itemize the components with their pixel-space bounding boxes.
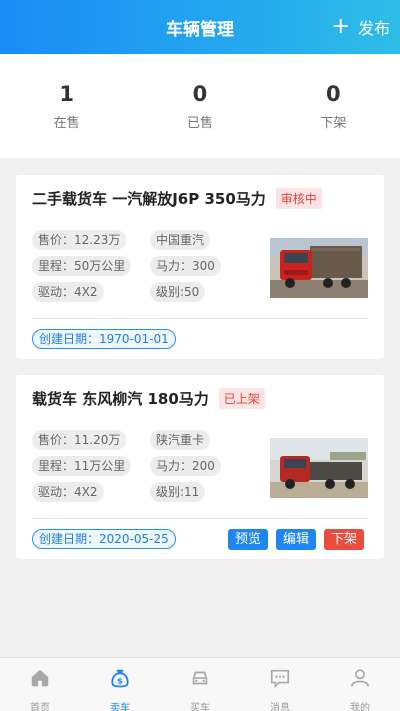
sell-car-icon: $ [109, 667, 131, 693]
remove-listing-button[interactable]: 下架 [323, 529, 364, 550]
tab-label: 买车 [190, 703, 210, 711]
vehicle-card[interactable]: 二手载货车 一汽解放J6P 350马力 审核中 售价：12.23万 中国重汽 里… [16, 175, 384, 359]
tab-profile[interactable]: 我的 [320, 658, 400, 711]
card-divider [32, 518, 368, 519]
stat-count: 0 [192, 82, 208, 106]
price-chip: 售价：11.20万 [32, 430, 127, 450]
tab-label: 消息 [270, 703, 290, 711]
bottom-tab-bar: 首页 $ 卖车 买车 消息 我的 [0, 657, 400, 711]
mileage-chip: 里程：50万公里 [32, 256, 132, 276]
horsepower-chip: 马力：300 [150, 256, 221, 276]
plus-icon: + [331, 14, 350, 39]
stat-label: 已售 [186, 116, 213, 131]
vehicle-card[interactable]: 载货车 东风柳汽 180马力 已上架 售价：11.20万 陕汽重卡 里程：11万… [16, 375, 384, 559]
tab-label: 首页 [30, 703, 50, 711]
tab-label: 卖车 [110, 703, 130, 711]
grade-chip: 级别:11 [150, 482, 206, 502]
status-badge: 已上架 [218, 388, 265, 409]
card-actions: 预览 编辑 下架 [227, 529, 364, 550]
stat-count: 1 [59, 82, 74, 106]
brand-chip: 陕汽重卡 [150, 430, 211, 450]
home-icon [29, 667, 51, 693]
grade-chip: 级别:50 [150, 282, 206, 302]
created-date: 创建日期：2020-05-25 [32, 529, 176, 549]
tab-buy-car[interactable]: 买车 [160, 658, 240, 711]
publish-button[interactable]: + 发布 [332, 0, 390, 54]
publish-label: 发布 [357, 19, 390, 38]
svg-text:$: $ [117, 676, 123, 686]
buy-car-icon [189, 667, 211, 693]
created-date: 创建日期：1970-01-01 [32, 329, 176, 349]
vehicle-photo[interactable] [270, 438, 368, 498]
stat-label: 在售 [53, 116, 80, 131]
brand-chip: 中国重汽 [150, 230, 211, 250]
stat-removed[interactable]: 0 下架 [267, 54, 400, 158]
tab-sell-car[interactable]: $ 卖车 [80, 658, 160, 711]
nav-header: 车辆管理 + 发布 [0, 0, 400, 54]
stat-count: 0 [326, 82, 341, 106]
page-title: 车辆管理 [166, 19, 234, 40]
stat-sold[interactable]: 0 已售 [133, 54, 266, 158]
drive-chip: 驱动：4X2 [32, 482, 104, 502]
stat-on-sale[interactable]: 1 在售 [0, 54, 133, 158]
vehicle-title: 二手载货车 一汽解放J6P 350马力 [32, 190, 266, 208]
profile-icon [349, 667, 371, 693]
message-icon [269, 667, 291, 693]
status-badge: 审核中 [275, 188, 322, 209]
tab-home[interactable]: 首页 [0, 658, 80, 711]
mileage-chip: 里程：11万公里 [32, 456, 132, 476]
vehicle-title: 载货车 东风柳汽 180马力 [32, 390, 209, 408]
stats-panel: 1 在售 0 已售 0 下架 [0, 54, 400, 158]
stat-label: 下架 [320, 116, 347, 131]
preview-button[interactable]: 预览 [227, 529, 268, 550]
drive-chip: 驱动：4X2 [32, 282, 104, 302]
card-divider [32, 318, 368, 319]
edit-button[interactable]: 编辑 [275, 529, 316, 550]
tab-messages[interactable]: 消息 [240, 658, 320, 711]
price-chip: 售价：12.23万 [32, 230, 127, 250]
horsepower-chip: 马力：200 [150, 456, 221, 476]
vehicle-photo[interactable] [270, 238, 368, 298]
tab-label: 我的 [350, 703, 370, 711]
